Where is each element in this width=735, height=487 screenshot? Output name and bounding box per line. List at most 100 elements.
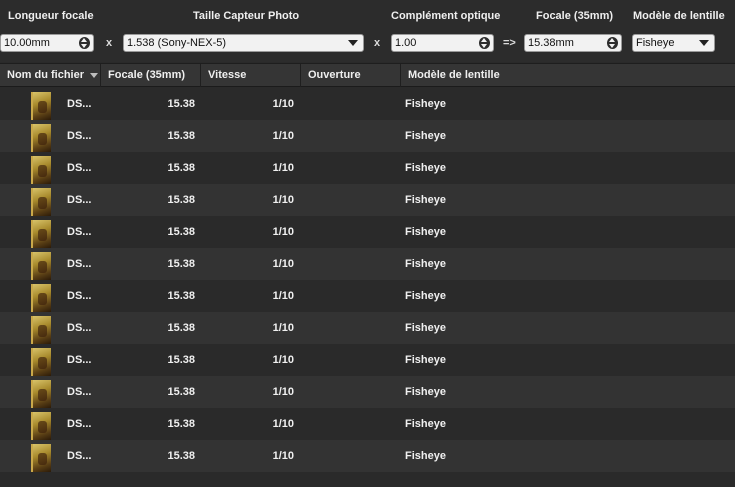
filename-cell: DS... <box>67 322 92 334</box>
focal-cell: 15.38 <box>167 226 195 238</box>
focal-cell: 15.38 <box>167 130 195 142</box>
focal-cell: 15.38 <box>167 290 195 302</box>
lens-model-cell: Fisheye <box>405 290 446 302</box>
speed-cell: 1/10 <box>272 162 294 174</box>
speed-cell: 1/10 <box>272 98 294 110</box>
column-header-aperture[interactable]: Ouverture <box>301 64 401 87</box>
speed-cell: 1/10 <box>272 290 294 302</box>
sensor-size-value: 1.538 (Sony-NEX-5) <box>127 37 227 49</box>
chevron-down-icon <box>699 40 709 46</box>
sort-descending-icon <box>90 72 99 78</box>
filename-cell: DS... <box>67 98 92 110</box>
table-row[interactable]: DS... 15.38 1/10 Fisheye <box>0 280 735 312</box>
focal-length-stepper[interactable]: 10.00mm <box>0 34 94 52</box>
photo-thumbnail <box>31 316 51 344</box>
sensor-size-select[interactable]: 1.538 (Sony-NEX-5) <box>123 34 364 52</box>
filename-cell: DS... <box>67 386 92 398</box>
multiply-symbol: x <box>374 37 381 49</box>
table-row[interactable]: DS... 15.38 1/10 Fisheye <box>0 184 735 216</box>
stepper-icon[interactable] <box>607 37 618 49</box>
speed-cell: 1/10 <box>272 386 294 398</box>
lens-model-cell: Fisheye <box>405 98 446 110</box>
lens-model-cell: Fisheye <box>405 258 446 270</box>
focal-cell: 15.38 <box>167 450 195 462</box>
focal-cell: 15.38 <box>167 194 195 206</box>
table-header: Nom du fichier Focale (35mm) Vitesse Ouv… <box>0 63 735 87</box>
lens-model-value: Fisheye <box>636 37 675 49</box>
photo-thumbnail <box>31 124 51 152</box>
lens-model-cell: Fisheye <box>405 322 446 334</box>
focal-35mm-label: Focale (35mm) <box>536 10 614 22</box>
stepper-icon[interactable] <box>79 37 90 49</box>
column-header-filename[interactable]: Nom du fichier <box>0 64 101 87</box>
optical-complement-label: Complément optique <box>391 10 501 22</box>
table-row[interactable]: DS... 15.38 1/10 Fisheye <box>0 216 735 248</box>
photo-thumbnail <box>31 284 51 312</box>
stepper-icon[interactable] <box>479 37 490 49</box>
speed-cell: 1/10 <box>272 194 294 206</box>
filename-cell: DS... <box>67 290 92 302</box>
photo-thumbnail <box>31 156 51 184</box>
arrow-symbol: => <box>503 37 516 49</box>
table-row[interactable]: DS... 15.38 1/10 Fisheye <box>0 312 735 344</box>
filename-cell: DS... <box>67 418 92 430</box>
filename-cell: DS... <box>67 450 92 462</box>
speed-cell: 1/10 <box>272 450 294 462</box>
lens-model-select[interactable]: Fisheye <box>632 34 715 52</box>
column-header-label: Ouverture <box>308 69 361 81</box>
focal-cell: 15.38 <box>167 98 195 110</box>
speed-cell: 1/10 <box>272 258 294 270</box>
column-header-lens-model[interactable]: Modèle de lentille <box>401 64 735 87</box>
column-header-label: Modèle de lentille <box>408 69 500 81</box>
lens-controls-bar: Longueur focale Taille Capteur Photo Com… <box>0 0 735 62</box>
photo-thumbnail <box>31 188 51 216</box>
lens-model-label: Modèle de lentille <box>633 10 725 22</box>
column-header-label: Vitesse <box>208 69 247 81</box>
focal-35mm-value: 15.38mm <box>528 37 574 49</box>
photo-thumbnail <box>31 92 51 120</box>
speed-cell: 1/10 <box>272 226 294 238</box>
filename-cell: DS... <box>67 194 92 206</box>
lens-model-cell: Fisheye <box>405 162 446 174</box>
file-list: DS... 15.38 1/10 Fisheye DS... 15.38 1/10 Fishe… <box>0 88 735 487</box>
photo-thumbnail <box>31 444 51 472</box>
speed-cell: 1/10 <box>272 354 294 366</box>
speed-cell: 1/10 <box>272 322 294 334</box>
multiply-symbol: x <box>106 37 113 49</box>
focal-length-value: 10.00mm <box>4 37 50 49</box>
focal-length-label: Longueur focale <box>8 10 94 22</box>
lens-model-cell: Fisheye <box>405 386 446 398</box>
table-row[interactable]: DS... 15.38 1/10 Fisheye <box>0 344 735 376</box>
speed-cell: 1/10 <box>272 130 294 142</box>
table-row[interactable]: DS... 15.38 1/10 Fisheye <box>0 88 735 120</box>
chevron-down-icon <box>348 40 358 46</box>
filename-cell: DS... <box>67 226 92 238</box>
table-row[interactable]: DS... 15.38 1/10 Fisheye <box>0 120 735 152</box>
filename-cell: DS... <box>67 130 92 142</box>
filename-cell: DS... <box>67 354 92 366</box>
focal-cell: 15.38 <box>167 322 195 334</box>
table-row[interactable]: DS... 15.38 1/10 Fisheye <box>0 376 735 408</box>
table-row[interactable]: DS... 15.38 1/10 Fisheye <box>0 152 735 184</box>
column-header-speed[interactable]: Vitesse <box>201 64 301 87</box>
focal-cell: 15.38 <box>167 386 195 398</box>
table-row[interactable]: DS... 15.38 1/10 Fisheye <box>0 248 735 280</box>
optical-complement-stepper[interactable]: 1.00 <box>391 34 494 52</box>
lens-model-cell: Fisheye <box>405 226 446 238</box>
photo-thumbnail <box>31 348 51 376</box>
focal-cell: 15.38 <box>167 418 195 430</box>
focal-35mm-stepper[interactable]: 15.38mm <box>524 34 622 52</box>
table-row[interactable]: DS... 15.38 1/10 Fisheye <box>0 408 735 440</box>
photo-thumbnail <box>31 252 51 280</box>
photo-thumbnail <box>31 412 51 440</box>
lens-model-cell: Fisheye <box>405 354 446 366</box>
column-header-focal[interactable]: Focale (35mm) <box>101 64 201 87</box>
table-row[interactable]: DS... 15.38 1/10 Fisheye <box>0 440 735 472</box>
speed-cell: 1/10 <box>272 418 294 430</box>
lens-model-cell: Fisheye <box>405 194 446 206</box>
column-header-label: Focale (35mm) <box>108 69 186 81</box>
lens-model-cell: Fisheye <box>405 418 446 430</box>
lens-model-cell: Fisheye <box>405 130 446 142</box>
sensor-size-label: Taille Capteur Photo <box>193 10 300 22</box>
photo-thumbnail <box>31 220 51 248</box>
